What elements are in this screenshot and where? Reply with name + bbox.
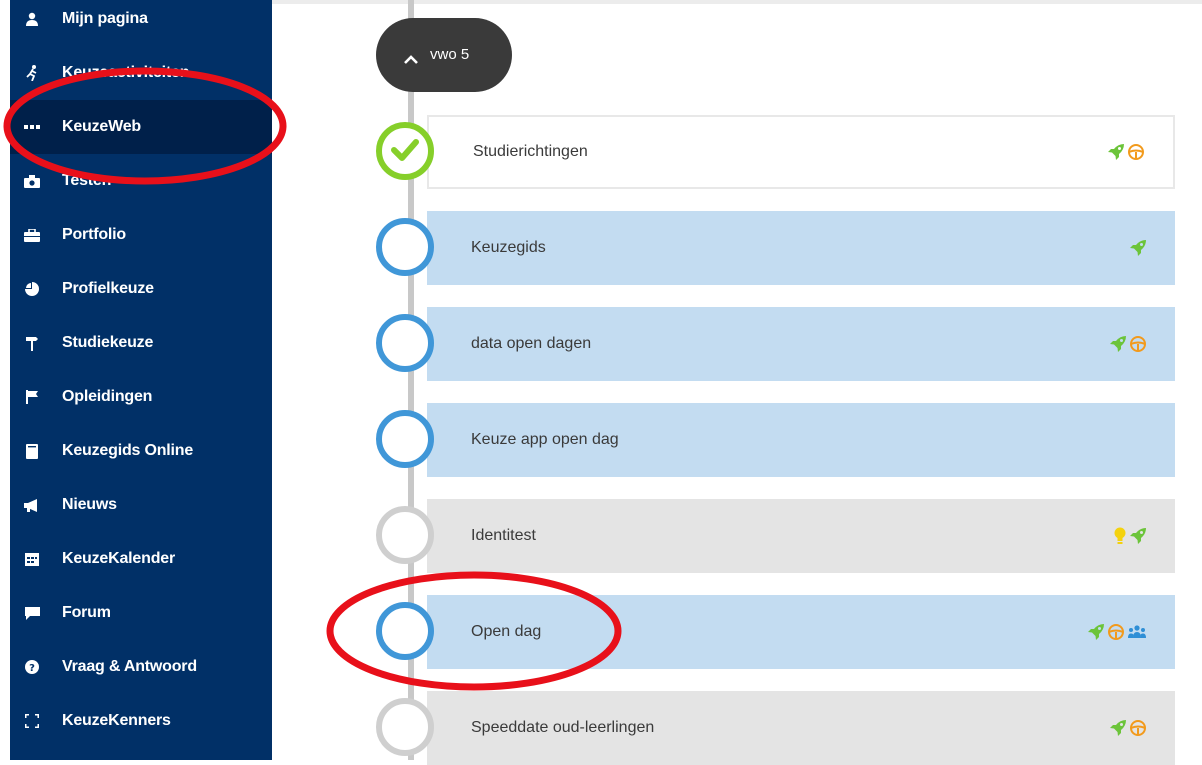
sidebar-item-label: Testen xyxy=(62,172,112,189)
step-label: Keuzegids xyxy=(471,239,546,256)
step-identitest[interactable]: Identitest xyxy=(427,499,1175,573)
question-circle-icon: ? xyxy=(24,659,40,675)
step-open-dag[interactable]: Open dag xyxy=(427,595,1175,669)
rocket-icon xyxy=(1108,144,1124,160)
ellipsis-icon xyxy=(24,119,40,135)
sidebar-item-forum[interactable]: Forum xyxy=(10,586,272,640)
checkmark-icon xyxy=(391,139,419,161)
sidebar-item-label: Keuzeactiviteiten xyxy=(62,64,190,81)
step-status-open xyxy=(376,218,434,276)
group-icon xyxy=(1128,625,1146,638)
step-label: Identitest xyxy=(471,527,536,544)
step-icons xyxy=(1129,239,1147,257)
step-icons xyxy=(1087,623,1147,641)
step-speeddate-oud-leerlingen[interactable]: Speeddate oud-leerlingen xyxy=(427,691,1175,765)
sidebar-item-label: Nieuws xyxy=(62,496,117,513)
sidebar-item-vraag-antwoord[interactable]: ? Vraag & Antwoord xyxy=(10,640,272,694)
sidebar-item-label: KeuzeWeb xyxy=(62,118,142,135)
sidebar-item-testen[interactable]: Testen xyxy=(10,154,272,208)
step-label: Open dag xyxy=(471,623,542,640)
left-margin xyxy=(0,0,10,760)
sidebar-item-keuzeweb[interactable]: KeuzeWeb xyxy=(10,100,272,154)
year-label: vwo 5 xyxy=(430,46,470,63)
sidebar-item-label: Portfolio xyxy=(62,226,126,243)
megaphone-icon xyxy=(24,497,40,513)
step-studierichtingen[interactable]: Studierichtingen xyxy=(427,115,1175,189)
pie-chart-icon xyxy=(24,281,40,297)
step-keuze-app-open-dag[interactable]: Keuze app open dag xyxy=(427,403,1175,477)
rocket-icon xyxy=(1130,240,1146,256)
book-icon xyxy=(24,443,40,459)
briefcase-icon xyxy=(24,227,40,243)
step-label: Speeddate oud-leerlingen xyxy=(471,719,655,736)
sidebar-item-opleidingen[interactable]: Opleidingen xyxy=(10,370,272,424)
rocket-icon xyxy=(1110,720,1126,736)
step-keuzegids[interactable]: Keuzegids xyxy=(427,211,1175,285)
sidebar-item-keuzeactiviteiten[interactable]: Keuzeactiviteiten xyxy=(10,46,272,100)
sidebar-item-label: Studiekeuze xyxy=(62,334,154,351)
sidebar-item-label: KeuzeKalender xyxy=(62,550,175,567)
step-status-open xyxy=(376,410,434,468)
sidebar-item-keuzegids-online[interactable]: Keuzegids Online xyxy=(10,424,272,478)
step-label: Studierichtingen xyxy=(473,143,588,160)
steering-wheel-icon xyxy=(1128,144,1144,160)
runner-icon xyxy=(24,65,40,81)
camera-icon xyxy=(24,173,40,189)
sidebar-item-nieuws[interactable]: Nieuws xyxy=(10,478,272,532)
steering-wheel-icon xyxy=(1130,336,1146,352)
step-data-open-dagen[interactable]: data open dagen xyxy=(427,307,1175,381)
step-status-locked xyxy=(376,698,434,756)
rocket-icon xyxy=(1130,528,1146,544)
step-status-open xyxy=(376,602,434,660)
step-icons xyxy=(1109,719,1147,737)
step-label: data open dagen xyxy=(471,335,592,352)
sidebar-item-label: Keuzegids Online xyxy=(62,442,194,459)
sidebar-item-label: Profielkeuze xyxy=(62,280,154,297)
svg-text:?: ? xyxy=(29,663,35,674)
sidebar-item-partial[interactable] xyxy=(10,748,272,760)
sidebar-item-label: Vraag & Antwoord xyxy=(62,658,197,675)
sidebar-item-label: Mijn pagina xyxy=(62,10,148,27)
step-status-open xyxy=(376,314,434,372)
sidebar-item-label: Opleidingen xyxy=(62,388,153,405)
sidebar-item-keuzekalender[interactable]: KeuzeKalender xyxy=(10,532,272,586)
sidebar-item-studiekeuze[interactable]: Studiekeuze xyxy=(10,316,272,370)
step-icons xyxy=(1113,527,1147,545)
step-icons xyxy=(1109,335,1147,353)
calendar-icon xyxy=(24,551,40,567)
comment-icon xyxy=(24,605,40,621)
rocket-icon xyxy=(1088,624,1104,640)
lightbulb-icon xyxy=(1114,527,1126,544)
steering-wheel-icon xyxy=(1130,720,1146,736)
step-icons xyxy=(1107,143,1145,161)
year-collapse-toggle[interactable]: vwo 5 xyxy=(376,18,512,92)
signpost-icon xyxy=(24,335,40,351)
sidebar-item-label: KeuzeKenners xyxy=(62,712,171,729)
sidebar-item-label: Forum xyxy=(62,604,111,621)
sidebar-item-keuzekenners[interactable]: KeuzeKenners xyxy=(10,694,272,748)
steering-wheel-icon xyxy=(1108,624,1124,640)
step-status-locked xyxy=(376,506,434,564)
step-label: Keuze app open dag xyxy=(471,431,619,448)
flag-icon xyxy=(24,389,40,405)
user-icon xyxy=(24,11,40,27)
step-status-done xyxy=(376,122,434,180)
sidebar-item-mijn-pagina[interactable]: Mijn pagina xyxy=(10,0,272,46)
sidebar-item-profielkeuze[interactable]: Profielkeuze xyxy=(10,262,272,316)
rocket-icon xyxy=(1110,336,1126,352)
sidebar: Mijn pagina Keuzeactiviteiten KeuzeWeb T… xyxy=(10,0,272,760)
chevron-up-icon xyxy=(404,51,418,69)
expand-icon xyxy=(24,713,40,729)
sidebar-item-portfolio[interactable]: Portfolio xyxy=(10,208,272,262)
